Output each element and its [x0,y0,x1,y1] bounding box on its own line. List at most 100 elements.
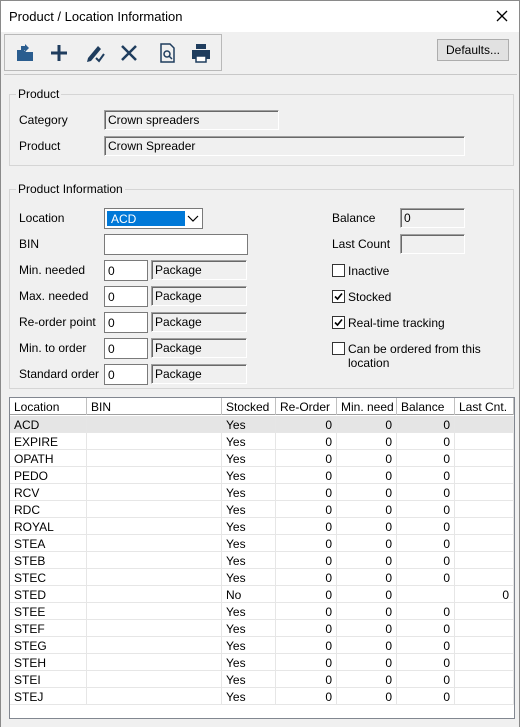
chevron-down-icon [187,215,199,222]
add-button[interactable] [45,39,73,67]
cell-last-cnt [455,620,514,637]
cell-bin [87,603,222,620]
min-to-order-input[interactable]: 0 [104,338,148,359]
category-label: Category [19,113,68,127]
table-row[interactable]: ROYAL Yes 0 0 0 [10,518,514,535]
max-needed-input[interactable]: 0 [104,286,148,307]
cell-balance: 0 [397,688,455,705]
delete-icon [121,45,137,61]
cell-min-need: 0 [337,688,397,705]
stocked-checkbox[interactable] [332,290,345,303]
realtime-tracking-checkbox[interactable] [332,316,345,329]
bin-input[interactable] [104,234,248,255]
column-header-bin[interactable]: BIN [87,398,222,415]
column-header-last-count[interactable]: Last Cnt. [455,398,514,415]
cell-last-cnt [455,671,514,688]
cell-last-cnt [455,637,514,654]
table-row[interactable]: STED No 0 0 0 [10,586,514,603]
column-header-location[interactable]: Location [10,398,87,415]
cell-reorder: 0 [276,484,337,501]
can-order-checkbox[interactable] [332,342,345,355]
cell-reorder: 0 [276,586,337,603]
cell-location: STEI [10,671,87,688]
cell-bin [87,484,222,501]
min-needed-input[interactable]: 0 [104,260,148,281]
table-row[interactable]: RDC Yes 0 0 0 [10,501,514,518]
cell-stocked: Yes [222,416,276,433]
reorder-point-label: Re-order point [19,315,96,329]
defaults-button[interactable]: Defaults... [437,39,509,61]
table-row[interactable]: OPATH Yes 0 0 0 [10,450,514,467]
table-row[interactable]: STEE Yes 0 0 0 [10,603,514,620]
cell-bin [87,501,222,518]
reorder-point-input[interactable]: 0 [104,312,148,333]
open-button[interactable] [11,39,39,67]
cell-balance: 0 [397,450,455,467]
cell-last-cnt [455,552,514,569]
cell-location: ACD [10,416,87,433]
cell-location: STEH [10,654,87,671]
status-bar [1,719,519,727]
min-needed-unit: Package [151,260,247,280]
table-row[interactable]: PEDO Yes 0 0 0 [10,467,514,484]
cell-bin [87,518,222,535]
table-row[interactable]: EXPIRE Yes 0 0 0 [10,433,514,450]
cell-bin [87,671,222,688]
table-row[interactable]: STEA Yes 0 0 0 [10,535,514,552]
preview-button[interactable] [153,39,181,67]
table-row[interactable]: STEC Yes 0 0 0 [10,569,514,586]
cell-balance: 0 [397,552,455,569]
location-dropdown[interactable]: ACD [104,208,203,229]
location-label: Location [19,211,65,225]
inactive-checkbox[interactable] [332,264,345,277]
table-row[interactable]: STEB Yes 0 0 0 [10,552,514,569]
cell-stocked: Yes [222,603,276,620]
table-row[interactable]: STEF Yes 0 0 0 [10,620,514,637]
cell-reorder: 0 [276,501,337,518]
column-header-min-need[interactable]: Min. need [337,398,397,415]
cell-last-cnt [455,416,514,433]
cell-reorder: 0 [276,603,337,620]
cell-min-need: 0 [337,586,397,603]
location-grid[interactable]: Location BIN Stocked Re-Order Min. need … [9,397,515,719]
table-row[interactable]: ACD Yes 0 0 0 [10,416,514,433]
cell-stocked: Yes [222,688,276,705]
cell-reorder: 0 [276,552,337,569]
column-header-stocked[interactable]: Stocked [222,398,276,415]
cell-bin [87,688,222,705]
standard-order-label: Standard order [19,367,100,381]
column-header-balance[interactable]: Balance [397,398,455,415]
cell-balance: 0 [397,433,455,450]
toolbar [4,34,222,71]
cell-bin [87,535,222,552]
product-info-group-title: Product Information [16,182,125,196]
cell-last-cnt [455,484,514,501]
cell-stocked: Yes [222,637,276,654]
max-needed-label: Max. needed [19,289,89,303]
edit-button[interactable] [81,39,109,67]
min-to-order-unit: Package [151,338,247,358]
cell-bin [87,433,222,450]
table-row[interactable]: RCV Yes 0 0 0 [10,484,514,501]
add-icon [51,45,67,61]
delete-button[interactable] [115,39,143,67]
cell-stocked: No [222,586,276,603]
column-header-reorder[interactable]: Re-Order [276,398,337,415]
cell-bin [87,654,222,671]
cell-min-need: 0 [337,552,397,569]
print-button[interactable] [187,39,215,67]
table-row[interactable]: STEG Yes 0 0 0 [10,637,514,654]
standard-order-input[interactable]: 0 [104,364,148,385]
cell-stocked: Yes [222,450,276,467]
table-row[interactable]: STEJ Yes 0 0 0 [10,688,514,705]
category-field: Crown spreaders [104,110,279,130]
table-row[interactable]: STEH Yes 0 0 0 [10,654,514,671]
cell-reorder: 0 [276,688,337,705]
cell-location: RCV [10,484,87,501]
table-row[interactable]: STEI Yes 0 0 0 [10,671,514,688]
cell-balance: 0 [397,484,455,501]
cell-location: STEE [10,603,87,620]
cell-location: EXPIRE [10,433,87,450]
cell-reorder: 0 [276,569,337,586]
close-button[interactable] [485,1,519,31]
